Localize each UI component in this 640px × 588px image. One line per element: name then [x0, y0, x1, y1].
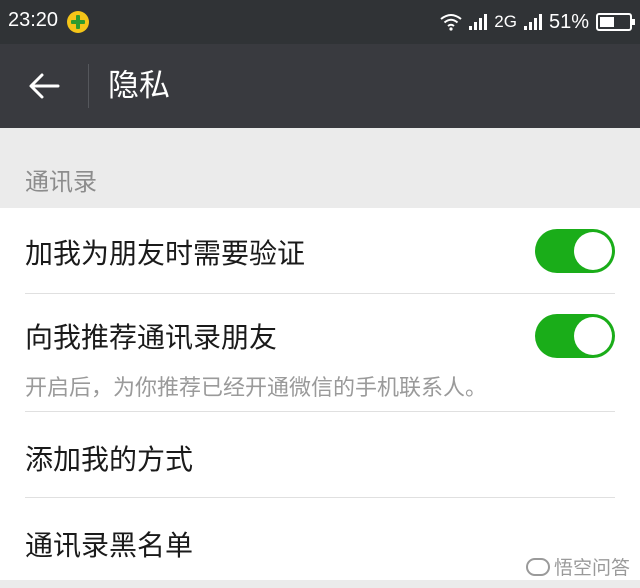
- toggle-knob: [574, 317, 612, 355]
- list-item-label: 加我为朋友时需要验证: [25, 237, 306, 270]
- settings-list: 加我为朋友时需要验证 向我推荐通讯录朋友 开启后，为你推荐已经开通微信的手机联系…: [0, 208, 640, 580]
- status-indicators: 2G 51%: [440, 0, 635, 44]
- status-bar: 23:20 2G 51%: [0, 0, 640, 44]
- battery-icon: [596, 13, 635, 31]
- battery-percent: 51%: [548, 10, 589, 33]
- section-header-contacts: 通讯录: [25, 168, 97, 196]
- app-notification-icon: [67, 11, 89, 33]
- app-bar: 隐私: [0, 44, 640, 128]
- signal-icon: [469, 14, 488, 30]
- list-item-add-methods[interactable]: 添加我的方式: [0, 412, 640, 498]
- list-item-description: 开启后，为你推荐已经开通微信的手机联系人。: [25, 376, 488, 401]
- toggle-knob: [574, 232, 612, 270]
- list-item-label: 通讯录黑名单: [25, 529, 194, 562]
- recommend-contacts-toggle[interactable]: [535, 314, 615, 358]
- network-type: 2G: [494, 12, 517, 31]
- list-item-recommend-contacts[interactable]: 向我推荐通讯录朋友 开启后，为你推荐已经开通微信的手机联系人。: [0, 294, 640, 412]
- status-time: 23:20: [8, 9, 59, 31]
- app-bar-divider: [88, 64, 89, 108]
- back-arrow-icon: [29, 73, 60, 99]
- list-item-label: 向我推荐通讯录朋友: [25, 321, 278, 354]
- verify-friend-toggle[interactable]: [535, 229, 615, 273]
- watermark-text: 悟空问答: [553, 557, 630, 579]
- page-title: 隐私: [108, 68, 170, 104]
- list-item-verify-friend[interactable]: 加我为朋友时需要验证: [0, 208, 640, 294]
- back-button[interactable]: [16, 64, 72, 108]
- list-item-label: 添加我的方式: [25, 443, 194, 476]
- battery-level: [600, 17, 615, 27]
- wifi-icon: [440, 14, 462, 31]
- signal-icon-2: [523, 14, 542, 30]
- watermark: 悟空问答: [525, 553, 630, 580]
- chat-bubble-icon: [525, 557, 550, 576]
